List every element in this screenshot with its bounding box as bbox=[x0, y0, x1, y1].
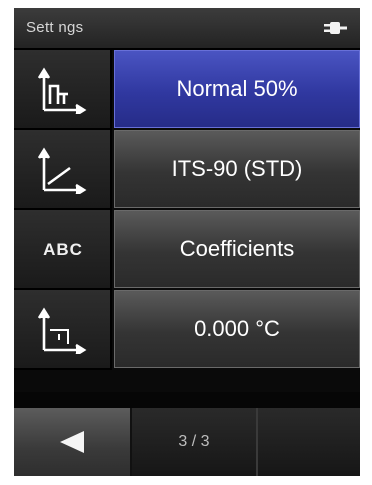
page-indicator: 3 / 3 bbox=[178, 433, 210, 450]
step-profile-icon bbox=[38, 67, 87, 114]
settings-row-offset: 0.000 °C bbox=[14, 290, 360, 370]
back-button[interactable] bbox=[14, 408, 132, 476]
device-screen: Sett ngs Normal 50% ITS-90 (STD) ABC Coe… bbox=[14, 8, 360, 476]
offset-icon bbox=[38, 307, 87, 354]
profile-button[interactable]: Normal 50% bbox=[114, 50, 360, 128]
settings-row-conversion: ITS-90 (STD) bbox=[14, 130, 360, 210]
conversion-button[interactable]: ITS-90 (STD) bbox=[114, 130, 360, 208]
curve-icon bbox=[38, 147, 87, 194]
offset-button[interactable]: 0.000 °C bbox=[114, 290, 360, 368]
left-arrow-icon bbox=[60, 431, 84, 453]
conversion-icon-cell bbox=[14, 130, 112, 210]
screen-title: Sett ngs bbox=[26, 19, 84, 36]
profile-icon-cell bbox=[14, 50, 112, 130]
coefficients-button[interactable]: Coefficients bbox=[114, 210, 360, 288]
offset-icon-cell bbox=[14, 290, 112, 370]
abc-icon: ABC bbox=[43, 240, 83, 259]
bottom-bar: 3 / 3 bbox=[14, 408, 360, 476]
settings-row-profile: Normal 50% bbox=[14, 50, 360, 130]
next-button[interactable] bbox=[256, 408, 360, 476]
separator bbox=[14, 392, 360, 408]
settings-row-coefficients: ABC Coefficients bbox=[14, 210, 360, 290]
coefficients-icon-cell: ABC bbox=[14, 210, 112, 290]
title-bar: Sett ngs bbox=[14, 8, 360, 50]
power-plug-icon bbox=[324, 22, 347, 34]
